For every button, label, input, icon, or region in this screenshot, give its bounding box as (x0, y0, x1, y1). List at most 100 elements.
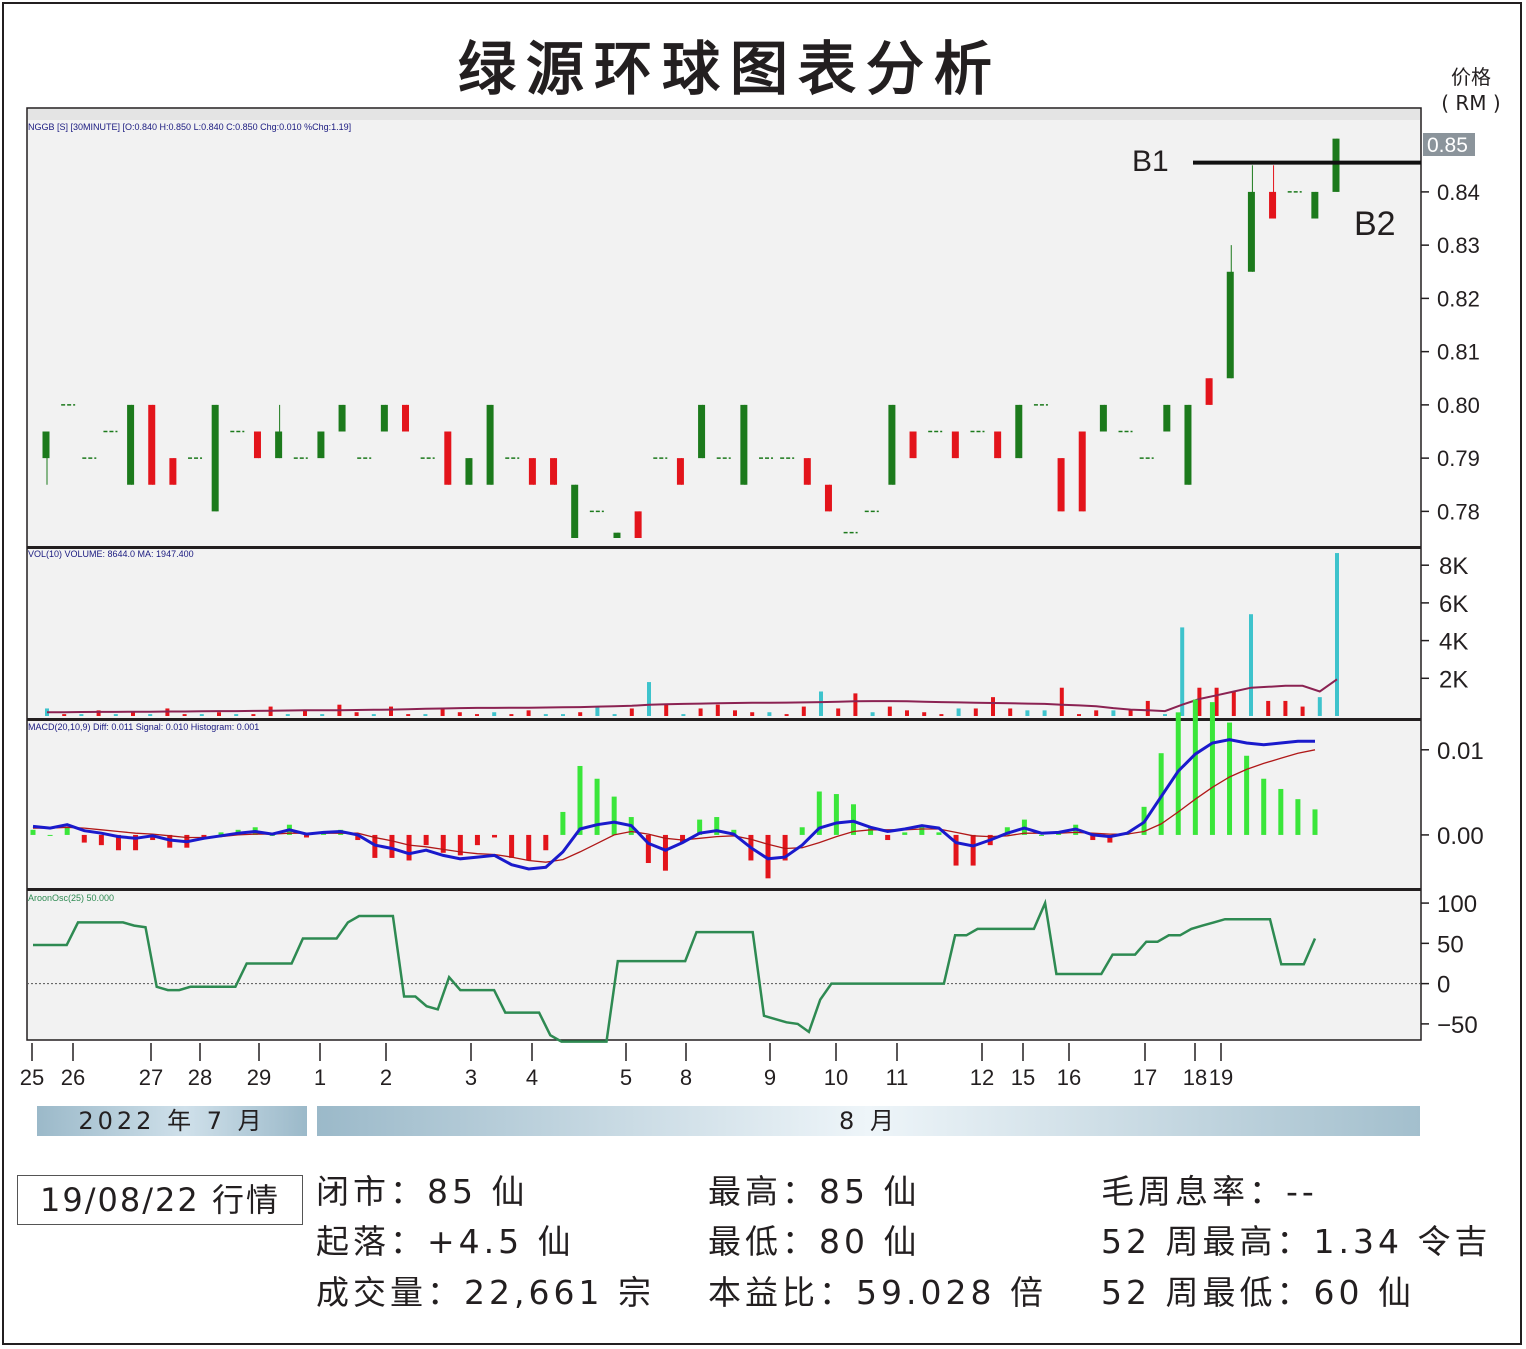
candle-body (888, 404, 896, 485)
macd-histogram-bar (1261, 778, 1267, 835)
volume-bar (492, 712, 497, 716)
volume-bar (371, 714, 376, 716)
macd-tick-label: 0.00 (1437, 823, 1484, 850)
volume-tick-label: 2K (1439, 666, 1468, 693)
x-tick-label: 11 (886, 1065, 909, 1090)
volume-bar (217, 712, 221, 716)
candle-body (1332, 138, 1340, 192)
volume-bar (1094, 710, 1099, 716)
volume-bar (1180, 627, 1185, 716)
volume-bar (767, 712, 772, 716)
stats-date: 19/08/22 行情 (17, 1175, 303, 1225)
price-tick-label: 0.81 (1437, 340, 1480, 365)
volume-bar (561, 714, 565, 716)
macd-panel-caption: MACD(20,10,9) Diff: 0.011 Signal: 0.010 … (28, 722, 259, 732)
volume-bar (234, 714, 239, 716)
toolbar-strip (28, 109, 1420, 120)
candle-body (444, 431, 452, 485)
volume-bar (79, 714, 84, 716)
candle-body (169, 458, 177, 485)
candle-body (824, 484, 832, 512)
volume-bar (1266, 700, 1271, 716)
stat-52w-low: 52 周最低：60 仙 (1101, 1273, 1415, 1312)
candle-body (1226, 271, 1234, 379)
price-tick-label: 0.83 (1437, 233, 1480, 258)
volume-bar (1077, 714, 1081, 716)
volume-bar (475, 714, 479, 716)
stock-chart: NGGB [S] [30MINUTE] [O:0.840 H:0.850 L:0… (20, 107, 1484, 1090)
price-tick-label: 0.78 (1437, 499, 1480, 524)
candle-body (486, 404, 494, 485)
macd-histogram-bar (64, 827, 70, 835)
price-tick-label: 0.80 (1437, 393, 1480, 418)
volume-bar (423, 714, 428, 716)
volume-tick-label: 6K (1439, 591, 1468, 618)
x-tick-label: 28 (188, 1065, 212, 1090)
macd-histogram-bar (98, 834, 104, 846)
macd-histogram-bar (509, 834, 515, 858)
candle-body (1015, 404, 1023, 459)
macd-histogram-bar (1192, 699, 1198, 835)
macd-tick-label: 0.01 (1437, 738, 1484, 765)
candle-body (528, 458, 536, 485)
x-tick-label: 10 (824, 1065, 848, 1090)
candle-body (380, 404, 388, 432)
macd-histogram-bar (799, 827, 805, 835)
candle-body (571, 484, 579, 538)
x-tick-label: 15 (1011, 1065, 1035, 1090)
volume-bar (1283, 700, 1288, 716)
macd-histogram-bar (662, 834, 668, 871)
volume-bar (1128, 710, 1133, 716)
macd-histogram-bar (850, 804, 856, 835)
volume-bar (819, 691, 823, 716)
volume-bar (1317, 697, 1322, 716)
volume-bar (1197, 687, 1202, 716)
candle-body (338, 404, 346, 432)
stat-change: 起落：+4.5 仙 (316, 1222, 575, 1261)
macd-histogram-bar (406, 834, 412, 861)
volume-bar (457, 712, 462, 716)
macd-histogram-bar (936, 832, 942, 835)
candle-body (465, 458, 473, 485)
stat-pe: 本益比：59.028 倍 (708, 1273, 1047, 1312)
x-tick-label: 8 (680, 1065, 692, 1090)
macd-histogram-bar (389, 834, 395, 858)
volume-bar (1059, 687, 1064, 716)
price-panel-caption: NGGB [S] [30MINUTE] [O:0.840 H:0.850 L:0… (28, 122, 351, 132)
month-label-july: 2022 年 7 月 (37, 1106, 307, 1136)
volume-bar (1231, 691, 1236, 716)
volume-bar (1111, 710, 1116, 716)
x-tick-label: 2 (380, 1065, 392, 1090)
stat-low: 最低：80 仙 (708, 1222, 921, 1261)
aroon-tick-label: 100 (1437, 891, 1477, 918)
macd-histogram-bar (526, 834, 532, 861)
macd-histogram-bar (1244, 755, 1250, 835)
candle-body (994, 431, 1002, 459)
macd-histogram-bar (645, 834, 651, 864)
volume-bar (1249, 614, 1253, 716)
macd-histogram-bar (1295, 799, 1301, 835)
price-tick-label: 0.84 (1437, 180, 1480, 205)
volume-panel-caption: VOL(10) VOLUME: 8644.0 MA: 1947.400 (28, 549, 194, 559)
volume-bar (1145, 700, 1150, 716)
candle-body (951, 431, 959, 459)
candle-body (698, 404, 706, 459)
candle-body (909, 431, 917, 459)
x-tick-label: 29 (247, 1065, 271, 1090)
candle-body (1247, 191, 1255, 272)
volume-bar (991, 697, 995, 716)
volume-bar (647, 682, 651, 716)
candle-body (1205, 378, 1213, 405)
volume-tick-label: 8K (1439, 553, 1468, 580)
volume-bar (1214, 687, 1219, 716)
stat-high: 最高：85 仙 (708, 1172, 921, 1211)
last-price-label: 0.85 (1427, 134, 1468, 157)
macd-histogram-bar (543, 834, 549, 851)
x-tick-label: 5 (620, 1065, 632, 1090)
x-tick-label: 26 (61, 1065, 85, 1090)
volume-bar (1008, 708, 1013, 716)
volume-bar (1300, 706, 1305, 716)
candle-body (211, 404, 219, 512)
aroon-tick-label: 0 (1437, 972, 1450, 999)
macd-histogram-bar (474, 834, 480, 846)
